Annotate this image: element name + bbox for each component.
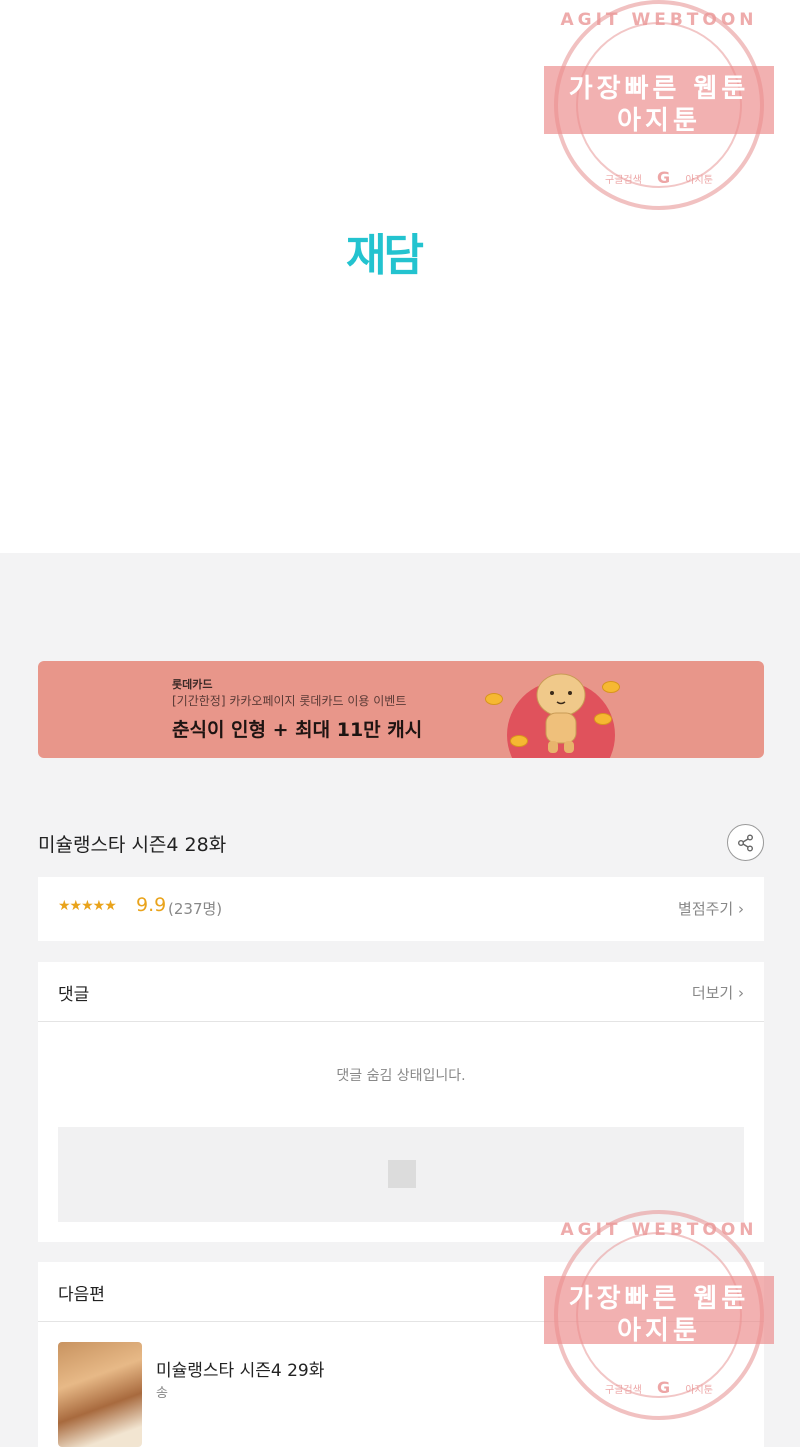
watermark-bottom: 구글검색 G 아지툰 <box>544 1378 774 1397</box>
jaedam-logo: 재담 <box>346 230 424 281</box>
share-button[interactable] <box>727 824 764 861</box>
watermark-bottom-right: 아지툰 <box>685 175 713 186</box>
character-icon <box>536 673 586 753</box>
ad-banner[interactable]: 롯데카드 [기간한정] 카카오페이지 롯데카드 이용 이벤트 춘식이 인형 + … <box>38 661 764 758</box>
next-episode-title[interactable]: 미슐랭스타 시즌4 29화 <box>156 1356 324 1381</box>
comment-card: 댓글 더보기 › 댓글 숨김 상태입니다. <box>38 962 764 1242</box>
coin-icon <box>510 735 528 747</box>
next-episode-author: 송 <box>156 1386 168 1401</box>
episode-title: 미슐랭스타 시즌4 28화 <box>38 834 227 856</box>
google-icon: G <box>657 168 671 187</box>
banner-headline: 춘식이 인형 + 최대 11만 캐시 <box>172 719 423 741</box>
watermark-bottom-left: 구글검색 <box>605 1385 642 1396</box>
rating-score: 9.9 <box>136 894 167 916</box>
share-icon <box>737 834 753 851</box>
watermark-line2: 아지툰 <box>617 1316 701 1346</box>
comment-title: 댓글 <box>58 985 90 1005</box>
coin-icon <box>594 713 612 725</box>
coin-icon <box>602 681 620 693</box>
rating-stars: ★★★★★ <box>58 898 117 914</box>
next-episode-thumbnail[interactable] <box>58 1342 142 1447</box>
watermark-bottom-right: 아지툰 <box>685 1385 713 1396</box>
watermark-stamp: AGIT WEBTOON 가장빠른 웹툰 아지툰 구글검색 G 아지툰 <box>544 0 774 220</box>
next-title: 다음편 <box>58 1285 105 1305</box>
watermark-bottom-left: 구글검색 <box>605 175 642 186</box>
comment-header: 댓글 더보기 › <box>38 962 764 1022</box>
rating-card: ★★★★★ 9.9 (237명) 별점주기 › <box>38 877 764 941</box>
watermark-arc-text: AGIT WEBTOON <box>560 1220 758 1240</box>
comment-input-area[interactable] <box>58 1127 744 1222</box>
comment-more-link[interactable]: 더보기 › <box>692 982 744 1003</box>
placeholder-icon <box>388 1160 416 1188</box>
banner-subtitle: [기간한정] 카카오페이지 롯데카드 이용 이벤트 <box>172 694 407 708</box>
rating-count: (237명) <box>168 900 223 918</box>
rate-button[interactable]: 별점주기 › <box>678 898 744 919</box>
comment-hidden-message: 댓글 숨김 상태입니다. <box>336 1068 466 1084</box>
coin-icon <box>485 693 503 705</box>
banner-brand: 롯데카드 <box>172 678 213 691</box>
watermark-bottom: 구글검색 G 아지툰 <box>544 168 774 187</box>
watermark-line2: 아지툰 <box>617 106 701 136</box>
watermark-stamp: AGIT WEBTOON 가장빠른 웹툰 아지툰 구글검색 G 아지툰 <box>544 1210 774 1430</box>
google-icon: G <box>657 1378 671 1397</box>
watermark-arc-text: AGIT WEBTOON <box>560 10 758 30</box>
